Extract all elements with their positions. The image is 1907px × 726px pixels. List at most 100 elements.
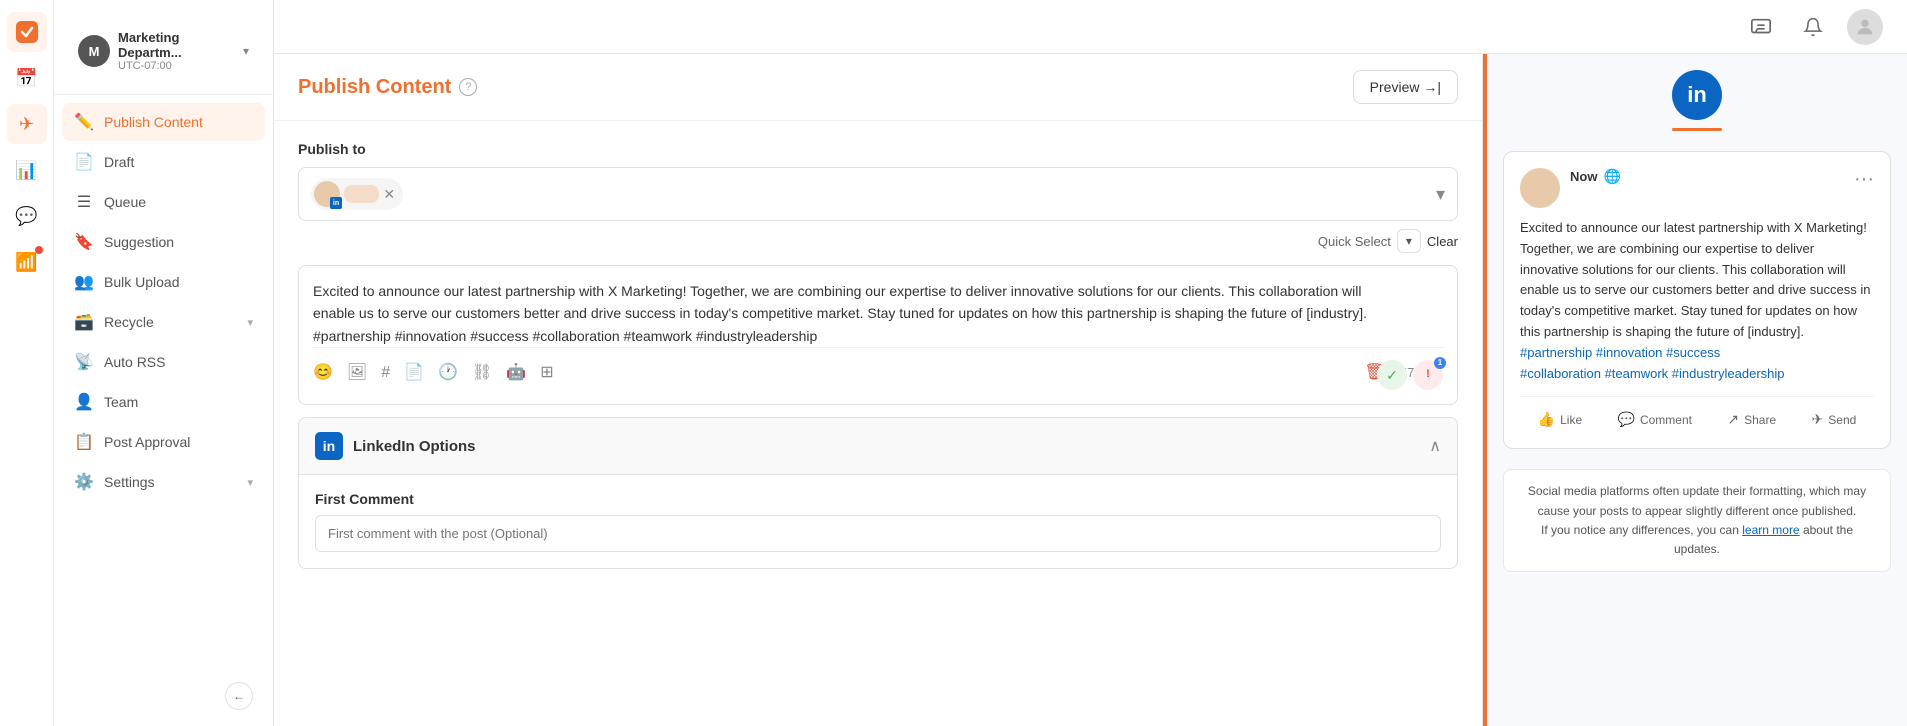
linkedin-options: in LinkedIn Options ∧ First Comment <box>298 417 1458 569</box>
linkedin-options-chevron-icon[interactable]: ∧ <box>1429 436 1441 456</box>
calendar-icon[interactable]: 📅 <box>7 58 47 98</box>
org-chevron-icon: ▾ <box>243 44 249 58</box>
linkedin-options-header[interactable]: in LinkedIn Options ∧ <box>299 418 1457 475</box>
grammar-check-icon[interactable]: ✓ <box>1377 360 1407 390</box>
linkedin-options-body: First Comment <box>299 475 1457 568</box>
quick-select-button[interactable]: ▾ <box>1397 229 1421 253</box>
first-comment-label: First Comment <box>315 491 1441 507</box>
account-chip: in ✕ <box>311 178 403 210</box>
org-selector[interactable]: M Marketing Departm... UTC-07:00 ▾ <box>70 24 257 78</box>
sidebar-item-suggestion[interactable]: 🔖 Suggestion <box>62 223 265 261</box>
sidebar-item-queue[interactable]: ☰ Queue <box>62 183 265 221</box>
comments-icon[interactable]: 💬 <box>7 196 47 236</box>
publish-panel: Publish Content ? Preview →| Publish to … <box>274 54 1483 726</box>
linkedin-preview-logo: in <box>1672 70 1722 120</box>
bulk-upload-icon: 👥 <box>74 272 94 292</box>
publish-to-expand-icon[interactable]: ▾ <box>1436 184 1445 205</box>
publish-to-label: Publish to <box>298 141 1458 157</box>
link-icon[interactable]: ⛓ <box>472 360 492 386</box>
publish-icon[interactable]: ✈ <box>7 104 47 144</box>
sidebar-item-auto-rss[interactable]: 📡 Auto RSS <box>62 343 265 381</box>
sidebar-item-publish-content[interactable]: ✏️ Publish Content <box>62 103 265 141</box>
robot-icon[interactable]: 🤖 <box>506 360 526 386</box>
sidebar-item-label-queue: Queue <box>104 194 146 210</box>
preview-button[interactable]: Preview →| <box>1353 70 1458 104</box>
suggestion-icon: 🔖 <box>74 232 94 252</box>
top-bar <box>274 0 1907 54</box>
org-info: Marketing Departm... UTC-07:00 <box>118 30 235 72</box>
emoji-icon[interactable]: 😊 <box>313 360 333 386</box>
grid-icon[interactable]: ⊞ <box>540 360 553 386</box>
sidebar-item-team[interactable]: 👤 Team <box>62 383 265 421</box>
editor-toolbar: 😊 🖼 # 📄 🕐 ⛓ 🤖 ⊞ 🗑 2574 ✦ <box>313 347 1443 386</box>
li-post-privacy-icon: 🌐 <box>1603 168 1620 185</box>
schedule-icon[interactable]: 🕐 <box>438 360 458 386</box>
user-avatar[interactable] <box>1847 9 1883 45</box>
text-editor[interactable]: Excited to announce our latest partnersh… <box>298 265 1458 405</box>
hashtag-icon[interactable]: # <box>381 360 390 386</box>
notes-icon[interactable]: 📄 <box>404 360 424 386</box>
hashtag-teamwork[interactable]: #teamwork <box>1605 366 1669 381</box>
sidebar-item-label-draft: Draft <box>104 154 134 170</box>
icon-bar: 📅 ✈ 📊 💬 📶 <box>0 0 54 726</box>
queue-icon: ☰ <box>74 192 94 212</box>
first-comment-input[interactable] <box>315 515 1441 552</box>
sidebar-item-bulk-upload[interactable]: 👥 Bulk Upload <box>62 263 265 301</box>
li-post-more-button[interactable]: ··· <box>1854 168 1874 191</box>
preview-label: Preview →| <box>1370 79 1441 95</box>
draft-icon: 📄 <box>74 152 94 172</box>
sidebar-item-post-approval[interactable]: 📋 Post Approval <box>62 423 265 461</box>
hashtag-partnership[interactable]: #partnership <box>1520 345 1592 360</box>
sidebar-item-label-post-approval: Post Approval <box>104 434 190 450</box>
comment-label: Comment <box>1640 413 1692 427</box>
sidebar-item-settings[interactable]: ⚙️ Settings ▾ <box>62 463 265 501</box>
sidebar-item-label-publish: Publish Content <box>104 114 203 130</box>
send-button[interactable]: ✈ Send <box>1804 407 1865 432</box>
help-icon[interactable]: ? <box>459 78 477 96</box>
image-icon[interactable]: 🖼 <box>347 360 367 386</box>
linkedin-tab-indicator <box>1672 128 1722 131</box>
share-button[interactable]: ↗ Share <box>1719 407 1784 432</box>
linkedin-logo: in <box>315 432 343 460</box>
streams-icon[interactable]: 📶 <box>7 242 47 282</box>
sidebar-item-draft[interactable]: 📄 Draft <box>62 143 265 181</box>
linkedin-post-card: Now 🌐 ··· Excited to announce our latest… <box>1503 151 1891 449</box>
learn-more-link[interactable]: learn more <box>1742 523 1799 537</box>
clear-button[interactable]: Clear <box>1427 234 1458 249</box>
settings-icon: ⚙️ <box>74 472 94 492</box>
logo-icon[interactable] <box>7 12 47 52</box>
main-content: Publish Content ? Preview →| Publish to … <box>274 0 1907 726</box>
share-icon: ↗ <box>1727 411 1739 428</box>
auto-rss-icon: 📡 <box>74 352 94 372</box>
sidebar-item-label-settings: Settings <box>104 474 155 490</box>
quick-select-label: Quick Select <box>1318 234 1391 249</box>
settings-chevron-icon: ▾ <box>247 476 253 489</box>
notifications-icon[interactable] <box>1795 9 1831 45</box>
publish-body: Publish to in ✕ ▾ Quick Select <box>274 121 1482 726</box>
alert-icon[interactable]: ! 1 <box>1413 360 1443 390</box>
comment-button[interactable]: 💬 Comment <box>1610 407 1700 432</box>
hashtag-success[interactable]: #success <box>1666 345 1720 360</box>
sidebar-item-recycle[interactable]: 🗃️ Recycle ▾ <box>62 303 265 341</box>
notice-part2: If you notice any differences, you can <box>1541 523 1739 537</box>
analytics-icon[interactable]: 📊 <box>7 150 47 190</box>
publish-to-box[interactable]: in ✕ ▾ <box>298 167 1458 221</box>
share-label: Share <box>1744 413 1776 427</box>
alert-badge: 1 <box>1434 357 1446 369</box>
account-chip-name <box>344 185 379 203</box>
messages-icon[interactable] <box>1743 9 1779 45</box>
li-post-actions: 👍 Like 💬 Comment ↗ Share ✈ Send <box>1520 396 1874 432</box>
like-button[interactable]: 👍 Like <box>1530 407 1590 432</box>
hashtag-innovation[interactable]: #innovation <box>1596 345 1663 360</box>
chip-remove-button[interactable]: ✕ <box>383 187 395 201</box>
li-post-name: Now <box>1570 169 1597 184</box>
collapse-sidebar-button[interactable]: ← <box>225 682 253 710</box>
send-icon: ✈ <box>1812 411 1824 428</box>
hashtag-collaboration[interactable]: #collaboration <box>1520 366 1601 381</box>
hashtag-industryleadership[interactable]: #industryleadership <box>1672 366 1785 381</box>
sidebar-header: M Marketing Departm... UTC-07:00 ▾ <box>54 16 273 95</box>
notice-text: Social media platforms often update thei… <box>1528 484 1866 517</box>
streams-badge <box>35 246 43 254</box>
post-approval-icon: 📋 <box>74 432 94 452</box>
org-avatar: M <box>78 35 110 67</box>
